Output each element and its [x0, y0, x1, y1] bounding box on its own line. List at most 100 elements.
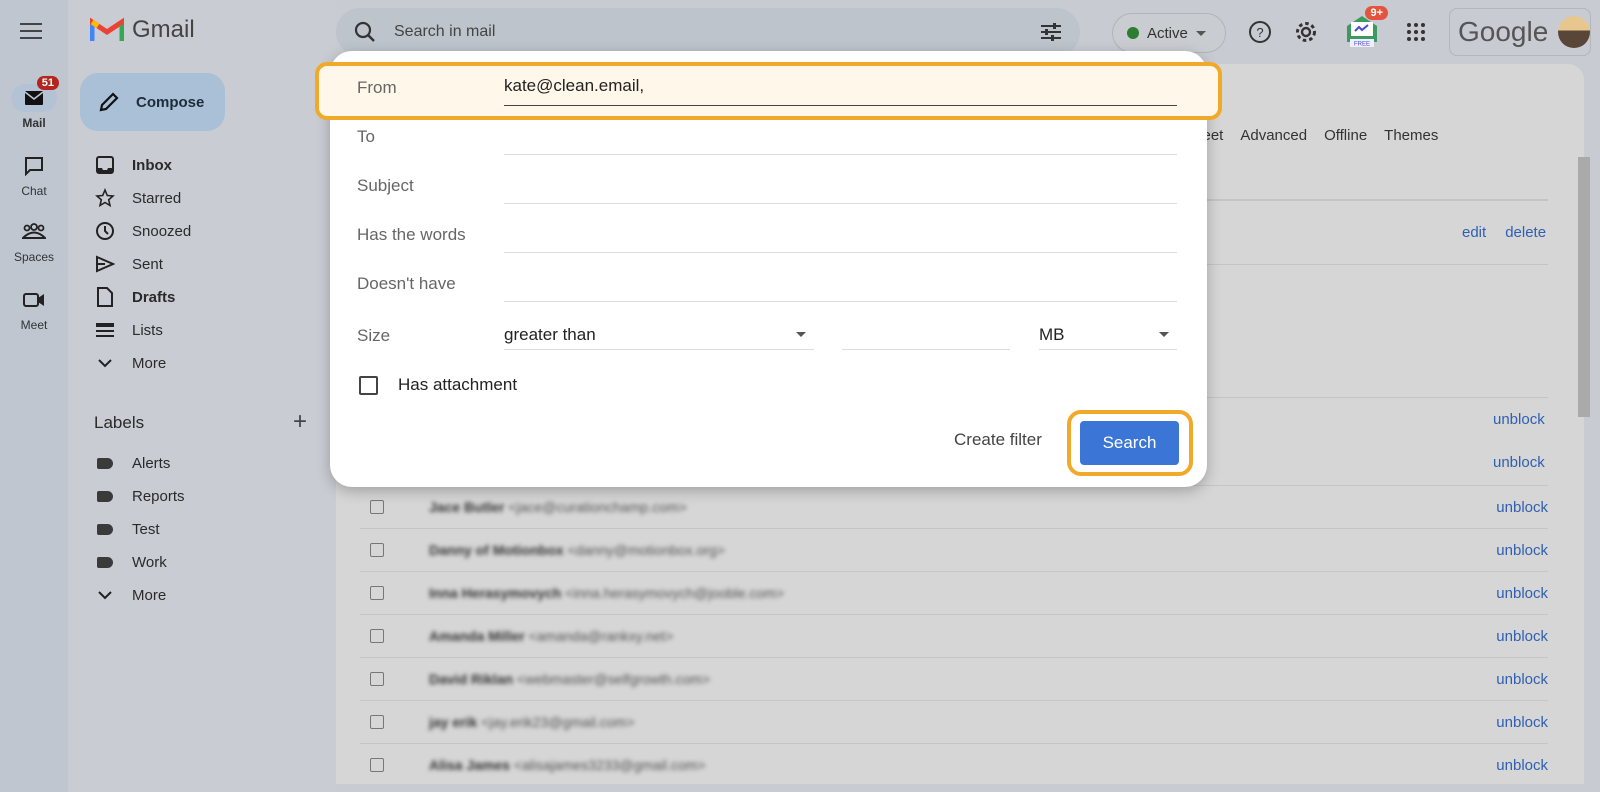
gear-icon	[1296, 22, 1316, 42]
search-button[interactable]: Search	[1080, 421, 1179, 465]
search-bar[interactable]: Search in mail	[336, 8, 1080, 56]
unblock-link[interactable]: unblock	[1496, 714, 1548, 731]
search-placeholder: Search in mail	[394, 23, 496, 40]
clean-email-extension[interactable]: FREE 9+	[1342, 6, 1388, 50]
labels-heading: Labels	[94, 413, 145, 432]
rail-mail[interactable]: 51 Mail	[0, 76, 68, 130]
label-icon	[97, 490, 113, 502]
scrollbar[interactable]	[1578, 157, 1590, 417]
has-words-input[interactable]	[504, 217, 1177, 253]
compose-button[interactable]: Compose	[80, 73, 225, 131]
support-button[interactable]: ?	[1244, 16, 1276, 48]
subject-input[interactable]	[504, 168, 1177, 204]
apps-button[interactable]	[1400, 16, 1432, 48]
divider	[1190, 199, 1548, 201]
rail-label: Spaces	[13, 250, 55, 264]
rail-meet[interactable]: Meet	[0, 286, 68, 332]
sidebar: Gmail Compose Inbox 51 Starred Snoozed S…	[68, 0, 379, 792]
blocked-sender-row: Inna Herasymovych <inna.herasymovych@joo…	[360, 571, 1548, 614]
create-filter-button[interactable]: Create filter	[954, 430, 1042, 450]
tab-offline[interactable]: Offline	[1324, 127, 1367, 144]
nav-label: More	[132, 354, 167, 372]
row-checkbox[interactable]	[370, 629, 384, 643]
filter-actions: edit delete	[1462, 224, 1546, 241]
unblock-link[interactable]: unblock	[1496, 499, 1548, 516]
mail-icon	[24, 91, 44, 105]
tab-advanced[interactable]: Advanced	[1240, 127, 1307, 144]
doesnt-have-field: Doesn't have	[357, 262, 1177, 302]
row-checkbox[interactable]	[370, 672, 384, 686]
unblock-link[interactable]: unblock	[1496, 542, 1548, 559]
google-wordmark: Google	[1458, 16, 1549, 47]
chevron-down-icon	[98, 591, 112, 600]
rail-label: Meet	[20, 318, 48, 332]
gmail-logo[interactable]: Gmail	[90, 16, 195, 44]
nav-label: More	[132, 586, 167, 604]
unblock-link[interactable]: unblock	[1493, 411, 1545, 428]
rail-label: Chat	[21, 184, 47, 198]
row-checkbox[interactable]	[370, 543, 384, 557]
row-checkbox[interactable]	[370, 500, 384, 514]
search-icon	[354, 21, 375, 42]
caret-down-icon	[1159, 332, 1169, 337]
main-menu-button[interactable]	[16, 18, 46, 44]
nav-label: Starred	[132, 189, 182, 207]
blocked-sender-row: jay erik <jay.erik23@gmail.com> unblock	[360, 700, 1548, 743]
size-label: Size	[357, 326, 391, 345]
label-name: Test	[132, 520, 160, 538]
sender: Jace Butler <jace@curationchamp.com>	[429, 499, 687, 515]
size-unit-value: MB	[1039, 324, 1065, 344]
size-value-input[interactable]	[842, 320, 1010, 350]
settings-tabs: ...eet Advanced Offline Themes	[1190, 127, 1438, 144]
edit-filter-link[interactable]: edit	[1462, 224, 1486, 241]
from-input[interactable]: kate@clean.email,	[504, 70, 1177, 106]
rail-chat[interactable]: Chat	[0, 152, 68, 198]
avatar[interactable]	[1558, 16, 1590, 48]
to-field: To	[357, 115, 1177, 155]
checkbox[interactable]	[359, 375, 378, 395]
unblock-link[interactable]: unblock	[1496, 671, 1548, 688]
apps-grid-icon	[1407, 23, 1425, 41]
status-dropdown[interactable]: Active	[1112, 13, 1226, 53]
size-operator-select[interactable]: greater than	[504, 320, 814, 350]
subject-label: Subject	[357, 176, 414, 195]
mail-badge: 51	[36, 76, 59, 90]
size-unit-select[interactable]: MB	[1039, 320, 1177, 350]
account-switcher[interactable]: Google	[1449, 8, 1591, 56]
help-icon: ?	[1249, 21, 1271, 43]
doesnt-have-label: Doesn't have	[357, 274, 456, 293]
row-checkbox[interactable]	[370, 586, 384, 600]
subject-field: Subject	[357, 164, 1177, 204]
delete-filter-link[interactable]: delete	[1505, 224, 1546, 241]
unblock-link[interactable]: unblock	[1496, 757, 1548, 774]
to-input[interactable]	[504, 119, 1177, 155]
row-checkbox[interactable]	[370, 758, 384, 772]
chevron-down-icon	[98, 359, 112, 368]
nav-label: Snoozed	[132, 222, 192, 240]
rail-spaces[interactable]: Spaces	[0, 218, 68, 264]
divider	[1190, 397, 1548, 398]
chat-icon	[25, 157, 43, 176]
nav-label: Sent	[132, 255, 163, 273]
unblock-link[interactable]: unblock	[1496, 628, 1548, 645]
row-checkbox[interactable]	[370, 715, 384, 729]
tab-themes[interactable]: Themes	[1384, 127, 1438, 144]
has-attachment-checkbox[interactable]: Has attachment	[359, 375, 517, 395]
unblock-link[interactable]: unblock	[1493, 454, 1545, 471]
search-options-icon[interactable]	[1040, 22, 1062, 42]
blocked-sender-row: Amanda Miller <amanda@rankxy.net> unblock	[360, 614, 1548, 657]
caret-down-icon	[796, 332, 806, 337]
send-icon	[96, 255, 115, 273]
unblock-link[interactable]: unblock	[1496, 585, 1548, 602]
doesnt-have-input[interactable]	[504, 266, 1177, 302]
settings-button[interactable]	[1290, 16, 1322, 48]
lists-icon	[96, 323, 114, 337]
draft-icon	[97, 287, 113, 307]
add-label-button[interactable]: +	[293, 408, 307, 436]
sender: David Riklan <webmaster@selfgrowth.com>	[429, 671, 711, 687]
from-field: From kate@clean.email,	[357, 66, 1177, 106]
from-label: From	[357, 78, 397, 97]
label-name: Reports	[132, 487, 185, 505]
svg-text:?: ?	[1256, 25, 1263, 40]
extension-badge: 9+	[1365, 6, 1388, 20]
